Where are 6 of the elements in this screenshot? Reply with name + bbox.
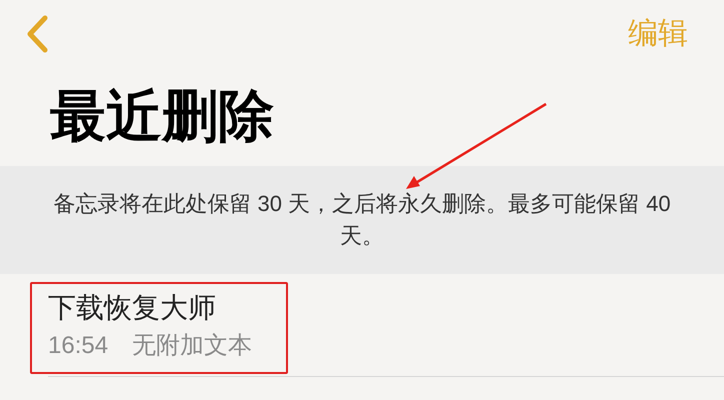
- back-icon: [26, 15, 48, 53]
- note-time: 16:54: [48, 331, 108, 361]
- note-preview: 无附加文本: [132, 331, 252, 361]
- page-title: 最近删除: [49, 83, 274, 149]
- note-title[interactable]: 下载恢复大师: [48, 288, 216, 328]
- notice-text: 备忘录将在此处保留 30 天，之后将永久删除。最多可能保留 40 天。: [52, 190, 672, 250]
